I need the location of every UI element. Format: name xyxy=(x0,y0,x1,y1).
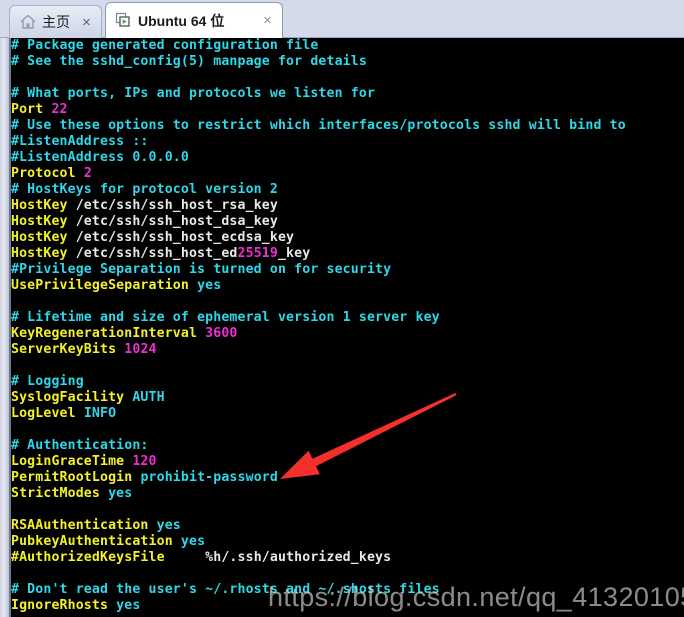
text-span-key: StrictModes xyxy=(11,486,109,501)
text-span-num: 2 xyxy=(83,166,92,181)
text-span-key: ServerKeyBits xyxy=(11,342,125,357)
text-span-comment: #ListenAddress 0.0.0.0 xyxy=(11,150,189,165)
terminal-line: HostKey /etc/ssh/ssh_host_ed25519_key xyxy=(11,246,684,262)
terminal-line: StrictModes yes xyxy=(11,486,684,502)
text-span-key: SyslogFacility xyxy=(11,390,133,405)
text-span-num: 22 xyxy=(51,102,68,117)
close-icon[interactable]: × xyxy=(260,13,275,28)
text-span-path: %h/.ssh/authorized_keys xyxy=(164,550,392,565)
tab-home[interactable]: 主页 × xyxy=(9,5,102,38)
text-span-key: KeyRegenerationInterval xyxy=(11,326,206,341)
text-span-val: AUTH xyxy=(132,390,165,405)
window-left-edge xyxy=(9,38,11,617)
text-span-path: /etc/ssh/ssh_host_ed xyxy=(75,246,238,261)
text-span-comment: # Authentication: xyxy=(11,438,149,453)
text-span-key: RSAAuthentication xyxy=(11,518,157,533)
text-span-val: yes xyxy=(116,598,141,613)
terminal-line: #Privilege Separation is turned on for s… xyxy=(11,262,684,278)
text-span-key: LogLevel xyxy=(11,406,84,421)
text-span-comment: #ListenAddress :: xyxy=(11,134,149,149)
text-span-key: HostKey xyxy=(11,214,76,229)
terminal-line: HostKey /etc/ssh/ssh_host_ecdsa_key xyxy=(11,230,684,246)
text-span-comment: #Privilege Separation is turned on for s… xyxy=(11,262,392,277)
text-span-val: yes xyxy=(197,278,222,293)
terminal-line: KeyRegenerationInterval 3600 xyxy=(11,326,684,342)
terminal-line: HostKey /etc/ssh/ssh_host_dsa_key xyxy=(11,214,684,230)
text-span-val: INFO xyxy=(83,406,117,421)
tab-label: Ubuntu 64 位 xyxy=(138,12,225,29)
watermark-text: https://blog.csdn.net/qq_41320105 xyxy=(268,582,684,612)
terminal-line: Protocol 2 xyxy=(11,166,684,182)
virtual-machine-icon xyxy=(115,12,130,27)
text-span-num: 25519 xyxy=(237,246,278,261)
terminal-line: # HostKeys for protocol version 2 xyxy=(11,182,684,198)
vmware-window: 主页 × Ubuntu 64 位 × # Package generated c… xyxy=(0,0,684,617)
home-icon xyxy=(20,14,36,29)
sshd-config-text: # Package generated configuration file # … xyxy=(11,38,684,614)
terminal-line: # Use these options to restrict which in… xyxy=(11,118,684,134)
text-span-path: /etc/ssh/ssh_host_ecdsa_key xyxy=(75,230,295,245)
text-span-key: PubkeyAuthentication xyxy=(11,534,181,549)
terminal-line: #ListenAddress 0.0.0.0 xyxy=(11,150,684,166)
terminal-line: # Logging xyxy=(11,374,684,390)
terminal-screen[interactable]: # Package generated configuration file # … xyxy=(11,38,684,617)
text-span-comment: # Logging xyxy=(11,374,84,389)
terminal-line: ServerKeyBits 1024 xyxy=(11,342,684,358)
text-span-key: HostKey xyxy=(11,230,76,245)
text-span-num: 120 xyxy=(132,454,157,469)
terminal-line: # See the sshd_config(5) manpage for det… xyxy=(11,54,684,70)
text-span-key: PermitRootLogin xyxy=(11,470,141,485)
text-span-key: LoginGraceTime xyxy=(11,454,133,469)
text-span-comment: # What ports, IPs and protocols we liste… xyxy=(11,86,376,101)
terminal-line: PermitRootLogin prohibit-password xyxy=(11,470,684,486)
text-span-comment: # HostKeys for protocol version 2 xyxy=(11,182,278,197)
terminal-line: # Package generated configuration file xyxy=(11,38,684,54)
text-span-num: 1024 xyxy=(124,342,157,357)
terminal-line: HostKey /etc/ssh/ssh_host_rsa_key xyxy=(11,198,684,214)
window-left-border xyxy=(0,38,9,617)
text-span-key: Port xyxy=(11,102,52,117)
text-span-comment: # Package generated configuration file xyxy=(11,38,319,53)
terminal-line: # Authentication: xyxy=(11,438,684,454)
text-span-key: IgnoreRhosts xyxy=(11,598,117,613)
text-span-num: 3600 xyxy=(205,326,238,341)
terminal-line: #AuthorizedKeysFile %h/.ssh/authorized_k… xyxy=(11,550,684,566)
text-span-key: HostKey xyxy=(11,198,76,213)
text-span-key: Protocol xyxy=(11,166,84,181)
terminal-line: LogLevel INFO xyxy=(11,406,684,422)
terminal-line: Port 22 xyxy=(11,102,684,118)
text-span-comment: # Lifetime and size of ephemeral version… xyxy=(11,310,440,325)
close-icon[interactable]: × xyxy=(79,15,94,30)
terminal-line: SyslogFacility AUTH xyxy=(11,390,684,406)
text-span-val: yes xyxy=(156,518,181,533)
terminal-line: # Lifetime and size of ephemeral version… xyxy=(11,310,684,326)
text-span-val: prohibit-password xyxy=(140,470,278,485)
text-span-path: _key xyxy=(277,246,311,261)
terminal-line: RSAAuthentication yes xyxy=(11,518,684,534)
text-span-path: /etc/ssh/ssh_host_dsa_key xyxy=(75,214,278,229)
text-span-path: /etc/ssh/ssh_host_rsa_key xyxy=(75,198,278,213)
text-span-comment: # Use these options to restrict which in… xyxy=(11,118,626,133)
text-span-key: #AuthorizedKeysFile xyxy=(11,550,165,565)
tab-bar: 主页 × Ubuntu 64 位 × xyxy=(0,0,684,38)
tab-ubuntu-64[interactable]: Ubuntu 64 位 × xyxy=(105,2,283,38)
terminal-line: #ListenAddress :: xyxy=(11,134,684,150)
text-span-val: yes xyxy=(180,534,206,549)
terminal-line: UsePrivilegeSeparation yes xyxy=(11,278,684,294)
text-span-val: yes xyxy=(108,486,133,501)
text-span-comment: # See the sshd_config(5) manpage for det… xyxy=(11,54,367,69)
terminal-line: # What ports, IPs and protocols we liste… xyxy=(11,86,684,102)
text-span-key: UsePrivilegeSeparation xyxy=(11,278,198,293)
terminal-line: LoginGraceTime 120 xyxy=(11,454,684,470)
text-span-key: HostKey xyxy=(11,246,76,261)
tab-label: 主页 xyxy=(42,14,70,30)
terminal-line: PubkeyAuthentication yes xyxy=(11,534,684,550)
